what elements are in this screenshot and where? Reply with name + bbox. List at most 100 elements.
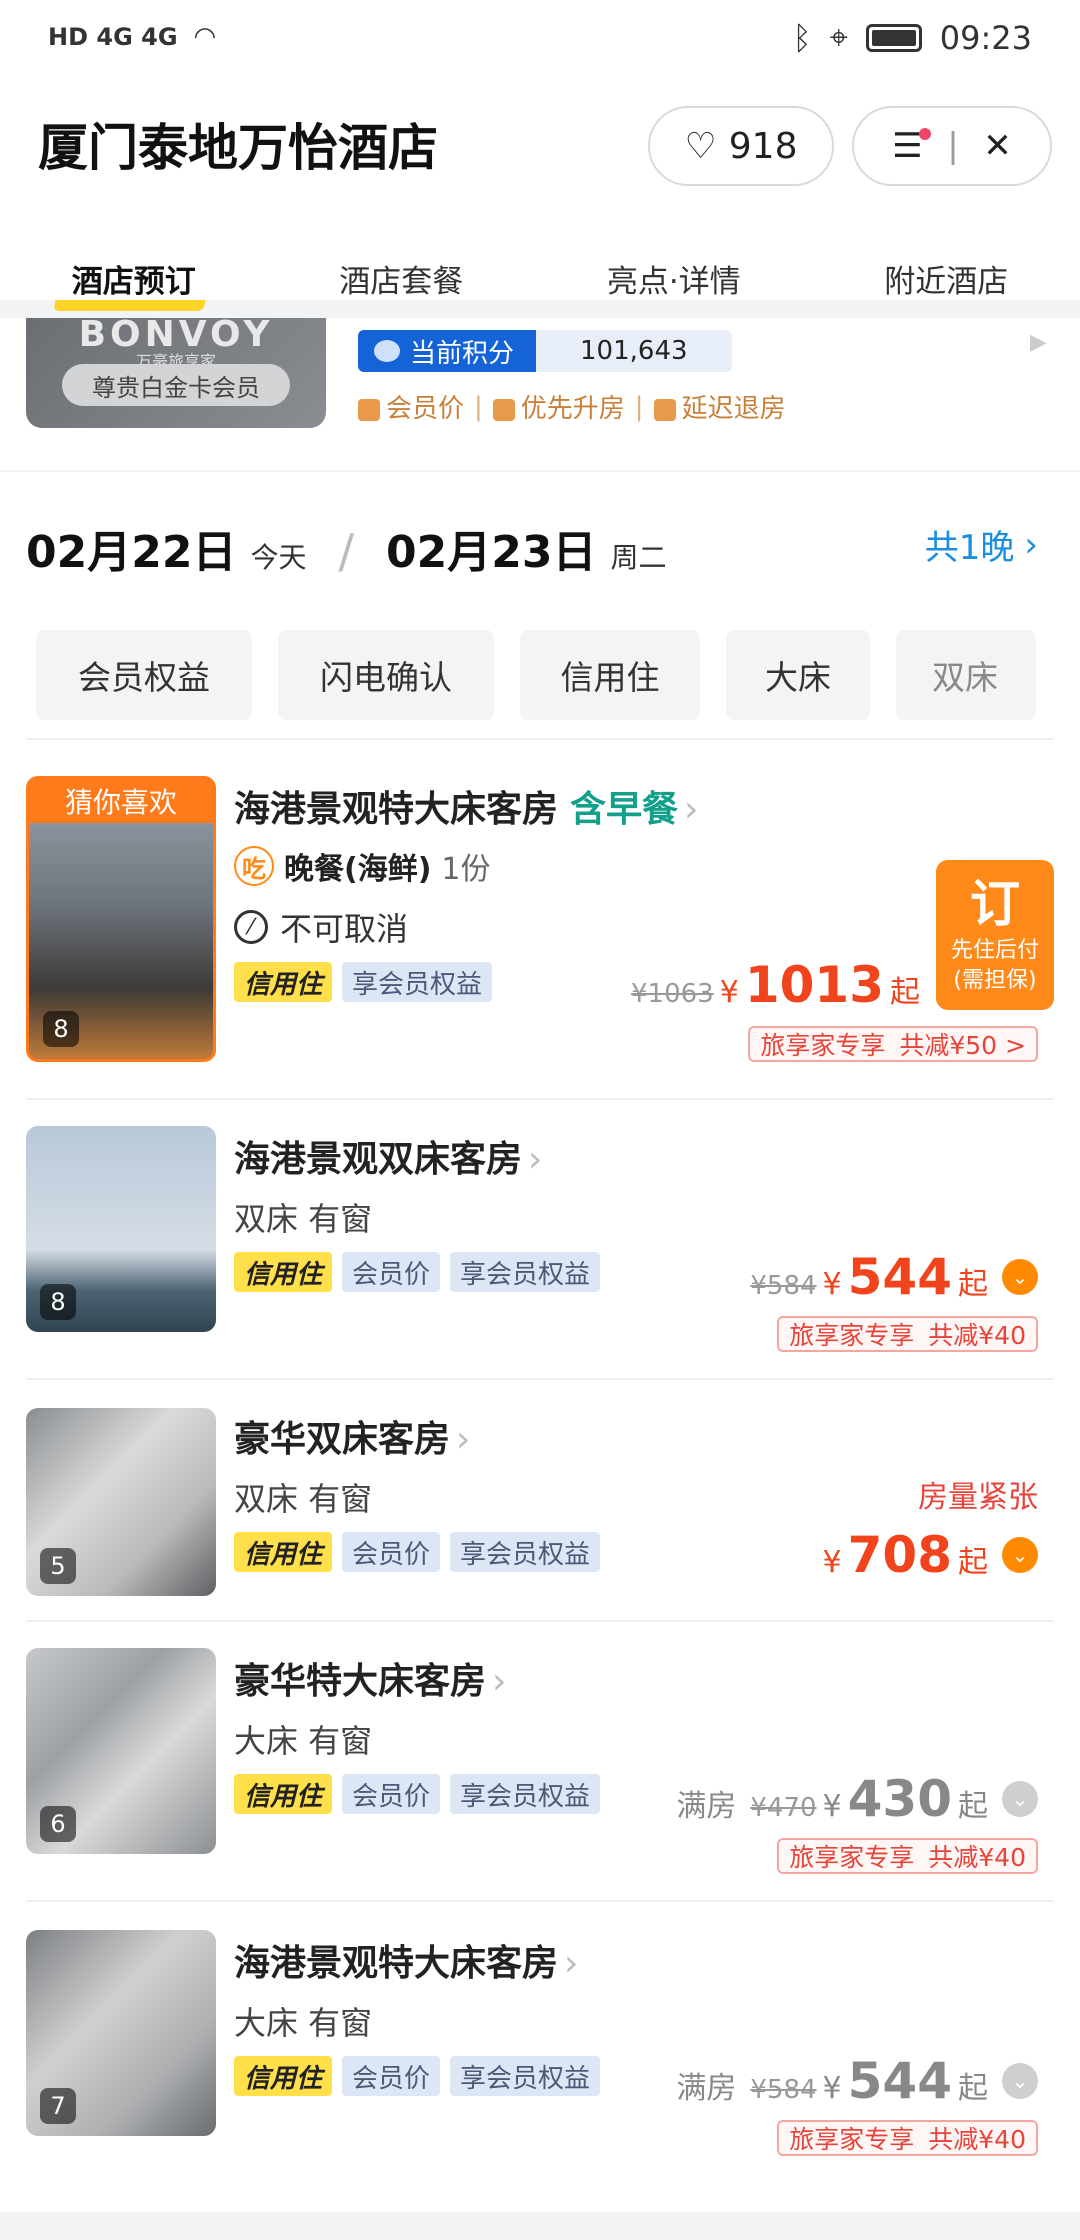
tag-member-price: 会员价: [342, 2056, 441, 2096]
perk-sep: |: [634, 391, 644, 422]
promo-badge[interactable]: 旅享家专享 共减¥50 >: [748, 1026, 1038, 1062]
expand-icon[interactable]: ⌄: [1002, 1259, 1038, 1295]
nights-count[interactable]: 共1晚 ›: [925, 520, 1038, 569]
promo-discount: 共减¥40: [928, 1843, 1026, 1872]
room-price: ¥584 ¥ 544 起 ⌄: [750, 1248, 1038, 1306]
room-thumbnail[interactable]: 猜你喜欢 8: [26, 776, 216, 1062]
price-from: 起: [958, 1789, 988, 1824]
photo-count: 6: [40, 1806, 76, 1842]
price-from: 起: [890, 975, 920, 1010]
room-title[interactable]: 豪华双床客房 ›: [234, 1410, 470, 1462]
room-title[interactable]: 海港景观特大床客房 ›: [234, 1934, 578, 1986]
favorite-button[interactable]: ♡ 918: [648, 106, 834, 186]
checkin-date: 02月22日: [26, 527, 237, 578]
status-left: HD 4G 4G ◠: [48, 22, 216, 52]
tab-bar: 酒店预订 酒店套餐 亮点·详情 附近酒店: [0, 238, 1080, 318]
book-note-guarantee: (需担保): [953, 967, 1037, 993]
tab-details[interactable]: 亮点·详情: [597, 256, 751, 301]
filter-twin-bed[interactable]: 双床: [896, 630, 1036, 720]
room-desc: 双床 有窗: [234, 1200, 373, 1238]
filter-credit-stay[interactable]: 信用住: [520, 630, 700, 720]
room-price: ¥1063 ¥ 1013 起: [631, 956, 920, 1014]
old-price: ¥470: [750, 1793, 817, 1823]
availability-note: 房量紧张: [918, 1480, 1038, 1515]
tag-credit: 信用住: [234, 2056, 333, 2096]
tag-benefit: 享会员权益: [450, 1252, 601, 1292]
currency: ¥: [822, 1789, 842, 1824]
member-tier: 尊贵白金卡会员: [62, 364, 290, 406]
room-title[interactable]: 海港景观双床客房 ›: [234, 1130, 542, 1182]
status-right: ᛒ ⌖ 09:23: [793, 18, 1032, 57]
menu-icon[interactable]: ☰: [892, 126, 931, 166]
tab-booking[interactable]: 酒店预订: [62, 256, 206, 301]
tag-credit: 信用住: [234, 1252, 333, 1292]
mini-program-menu: ☰ | ✕: [852, 106, 1052, 186]
date-selector[interactable]: 02月22日 今天 / 02月23日 周二: [26, 516, 666, 580]
promo-badge[interactable]: 旅享家专享 共减¥40: [777, 2120, 1038, 2156]
price-from: 起: [958, 1545, 988, 1580]
chevron-right-icon: ›: [456, 1419, 471, 1460]
wifi-icon: ◠: [193, 22, 217, 52]
perk-member-price: 会员价: [358, 388, 464, 425]
room-thumbnail[interactable]: 5: [26, 1408, 216, 1596]
room-thumbnail[interactable]: 6: [26, 1648, 216, 1854]
promo-badge[interactable]: 旅享家专享 共减¥40: [777, 1316, 1038, 1352]
room-thumbnail[interactable]: 8: [26, 1126, 216, 1332]
room-desc: 大床 有窗: [234, 2004, 373, 2042]
expand-icon[interactable]: ⌄: [1002, 2063, 1038, 2099]
filter-member-benefits[interactable]: 会员权益: [36, 630, 252, 720]
tag-benefit: 享会员权益: [450, 2056, 601, 2096]
meal-qty: 1份: [441, 852, 491, 887]
room-desc: 双床 有窗: [234, 1480, 373, 1518]
room-price: 满房 ¥584 ¥ 544 起 ⌄: [676, 2052, 1038, 2110]
perk-sep: |: [474, 391, 483, 422]
play-icon[interactable]: ▶: [1030, 330, 1047, 355]
room-tags: 信用住 会员价 享会员权益: [234, 1252, 601, 1292]
currency: ¥: [822, 2071, 842, 2106]
chevron-right-icon: ›: [684, 789, 699, 830]
perk-late-checkout: 延迟退房: [653, 388, 786, 425]
no-cancel-icon: ⁄: [234, 910, 268, 944]
expand-icon[interactable]: ⌄: [1002, 1781, 1038, 1817]
room-desc: 大床 有窗: [234, 1722, 373, 1760]
divider: [26, 1378, 1054, 1380]
filter-instant-confirm[interactable]: 闪电确认: [278, 630, 494, 720]
promo-badge[interactable]: 旅享家专享 共减¥40: [777, 1838, 1038, 1874]
member-perks: 会员价 | 优先升房 | 延迟退房: [358, 388, 786, 425]
chevron-right-icon: ›: [1024, 524, 1038, 565]
points-label-box: 当前积分: [358, 330, 537, 372]
tag-member-price: 会员价: [342, 1774, 441, 1814]
price: 1013: [744, 956, 884, 1014]
filter-king-bed[interactable]: 大床: [726, 630, 870, 720]
cancel-text: 不可取消: [280, 910, 409, 948]
price: 430: [847, 1770, 952, 1828]
points-value: 101,643: [536, 330, 732, 372]
room-price: ¥ 708 起 ⌄: [823, 1526, 1038, 1584]
book-button[interactable]: 订 先住后付 (需担保): [936, 860, 1054, 1010]
member-card[interactable]: BONVOY 万豪旅享家 尊贵白金卡会员: [26, 314, 326, 428]
points-label: 当前积分: [410, 338, 515, 369]
checkout-date: 02月23日: [385, 527, 597, 578]
meal-icon: 吃: [234, 846, 274, 886]
room-name: 海港景观特大床客房: [234, 1943, 559, 1984]
old-price: ¥1063: [631, 979, 714, 1009]
upgrade-icon: [492, 398, 515, 421]
expand-icon[interactable]: ⌄: [1002, 1537, 1038, 1573]
room-title[interactable]: 豪华特大床客房 ›: [234, 1652, 506, 1704]
tab-nearby[interactable]: 附近酒店: [874, 256, 1018, 301]
network-indicator: HD 4G 4G: [48, 23, 178, 51]
percent-icon: [358, 398, 380, 421]
close-icon[interactable]: ✕: [983, 126, 1012, 166]
checkin-day: 今天: [250, 541, 307, 574]
bluetooth-icon: ᛒ: [792, 18, 812, 57]
location-icon: ⌖: [829, 18, 848, 56]
photo-count: 8: [40, 1284, 76, 1320]
room-tags: 信用住 会员价 享会员权益: [234, 2056, 601, 2096]
chevron-right-icon: ›: [492, 1661, 507, 1702]
promo-label: 旅享家专享: [789, 1843, 915, 1872]
breakfast-label: 含早餐: [570, 789, 679, 830]
room-title[interactable]: 海港景观特大床客房 含早餐 ›: [234, 780, 698, 832]
chevron-right-icon: ›: [528, 1139, 543, 1180]
room-thumbnail[interactable]: 7: [26, 1930, 216, 2136]
tab-packages[interactable]: 酒店套餐: [329, 256, 473, 301]
